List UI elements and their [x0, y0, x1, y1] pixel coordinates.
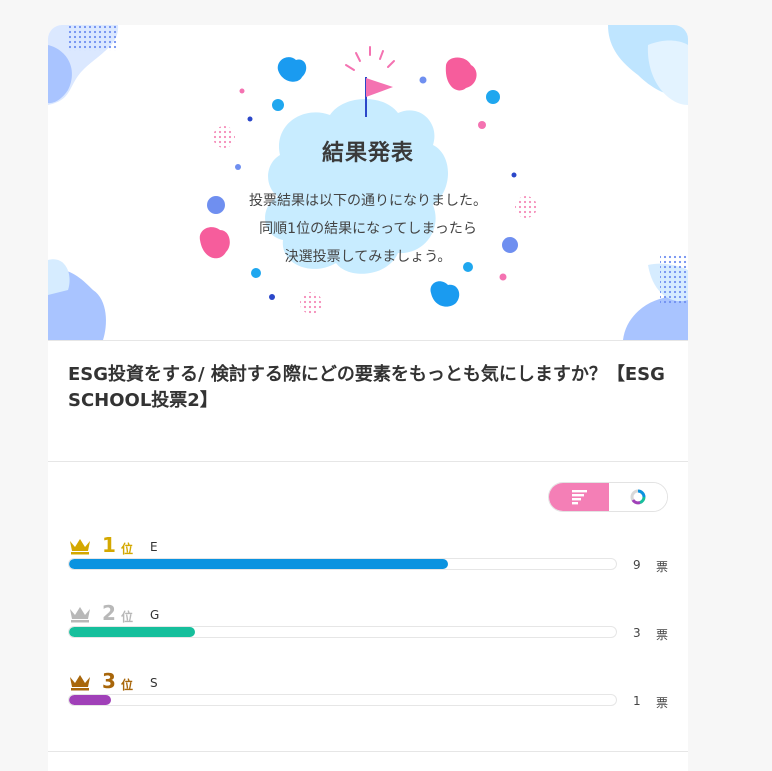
vote-bar-fill: [69, 695, 111, 705]
hero-description-line: 投票結果は以下の通りになりました。: [249, 193, 487, 209]
result-card: 結果発表 投票結果は以下の通りになりました。 同順1位の結果になってしまったら …: [48, 25, 688, 771]
bar-chart-icon: [572, 490, 587, 505]
crown-icon: [70, 539, 90, 555]
vote-unit: 票: [656, 696, 669, 710]
vote-count: 1: [633, 694, 641, 708]
hero-description-line: 同順1位の結果になってしまったら: [259, 221, 477, 237]
vote-unit: 票: [656, 628, 669, 642]
confetti-illustration: [48, 25, 688, 340]
rank-number: 2: [102, 601, 116, 625]
option-name: G: [150, 608, 160, 622]
vote-bar-track: [68, 694, 617, 706]
result-announcement-banner: 結果発表 投票結果は以下の通りになりました。 同順1位の結果になってしまったら …: [48, 25, 688, 340]
divider: [48, 461, 688, 462]
divider: [48, 340, 688, 341]
rank-number: 3: [102, 669, 116, 693]
hero-description-line: 決選投票してみましょう。: [284, 249, 452, 265]
hero-description: 投票結果は以下の通りになりました。 同順1位の結果になってしまったら 決選投票し…: [48, 187, 688, 271]
option-name: E: [150, 540, 158, 554]
result-row: 3位 S 1 票: [68, 669, 669, 725]
crown-icon: [70, 607, 90, 623]
poll-question: ESG投資をする/ 検討する際にどの要素をもっとも気にしますか？【ESG SCH…: [68, 364, 665, 411]
vote-count: 3: [633, 626, 641, 640]
option-name: S: [150, 676, 158, 690]
crown-icon: [70, 675, 90, 691]
vote-bar-track: [68, 626, 617, 638]
vote-count: 9: [633, 558, 641, 572]
divider: [48, 751, 688, 752]
chart-view-toggle: [548, 482, 668, 512]
rank-suffix: 位: [121, 542, 134, 556]
vote-unit: 票: [656, 560, 669, 574]
pie-chart-icon: [630, 489, 646, 505]
vote-bar-fill: [69, 627, 195, 637]
bar-chart-view-button[interactable]: [549, 483, 609, 511]
rank-number: 1: [102, 533, 116, 557]
rank-suffix: 位: [121, 610, 134, 624]
result-row: 1位 E 9 票: [68, 533, 669, 589]
hero-title: 結果発表: [321, 141, 414, 166]
rank-suffix: 位: [121, 678, 134, 692]
vote-bar-track: [68, 558, 617, 570]
pie-chart-view-button[interactable]: [609, 483, 667, 511]
vote-bar-fill: [69, 559, 448, 569]
result-row: 2位 G 3 票: [68, 601, 669, 657]
